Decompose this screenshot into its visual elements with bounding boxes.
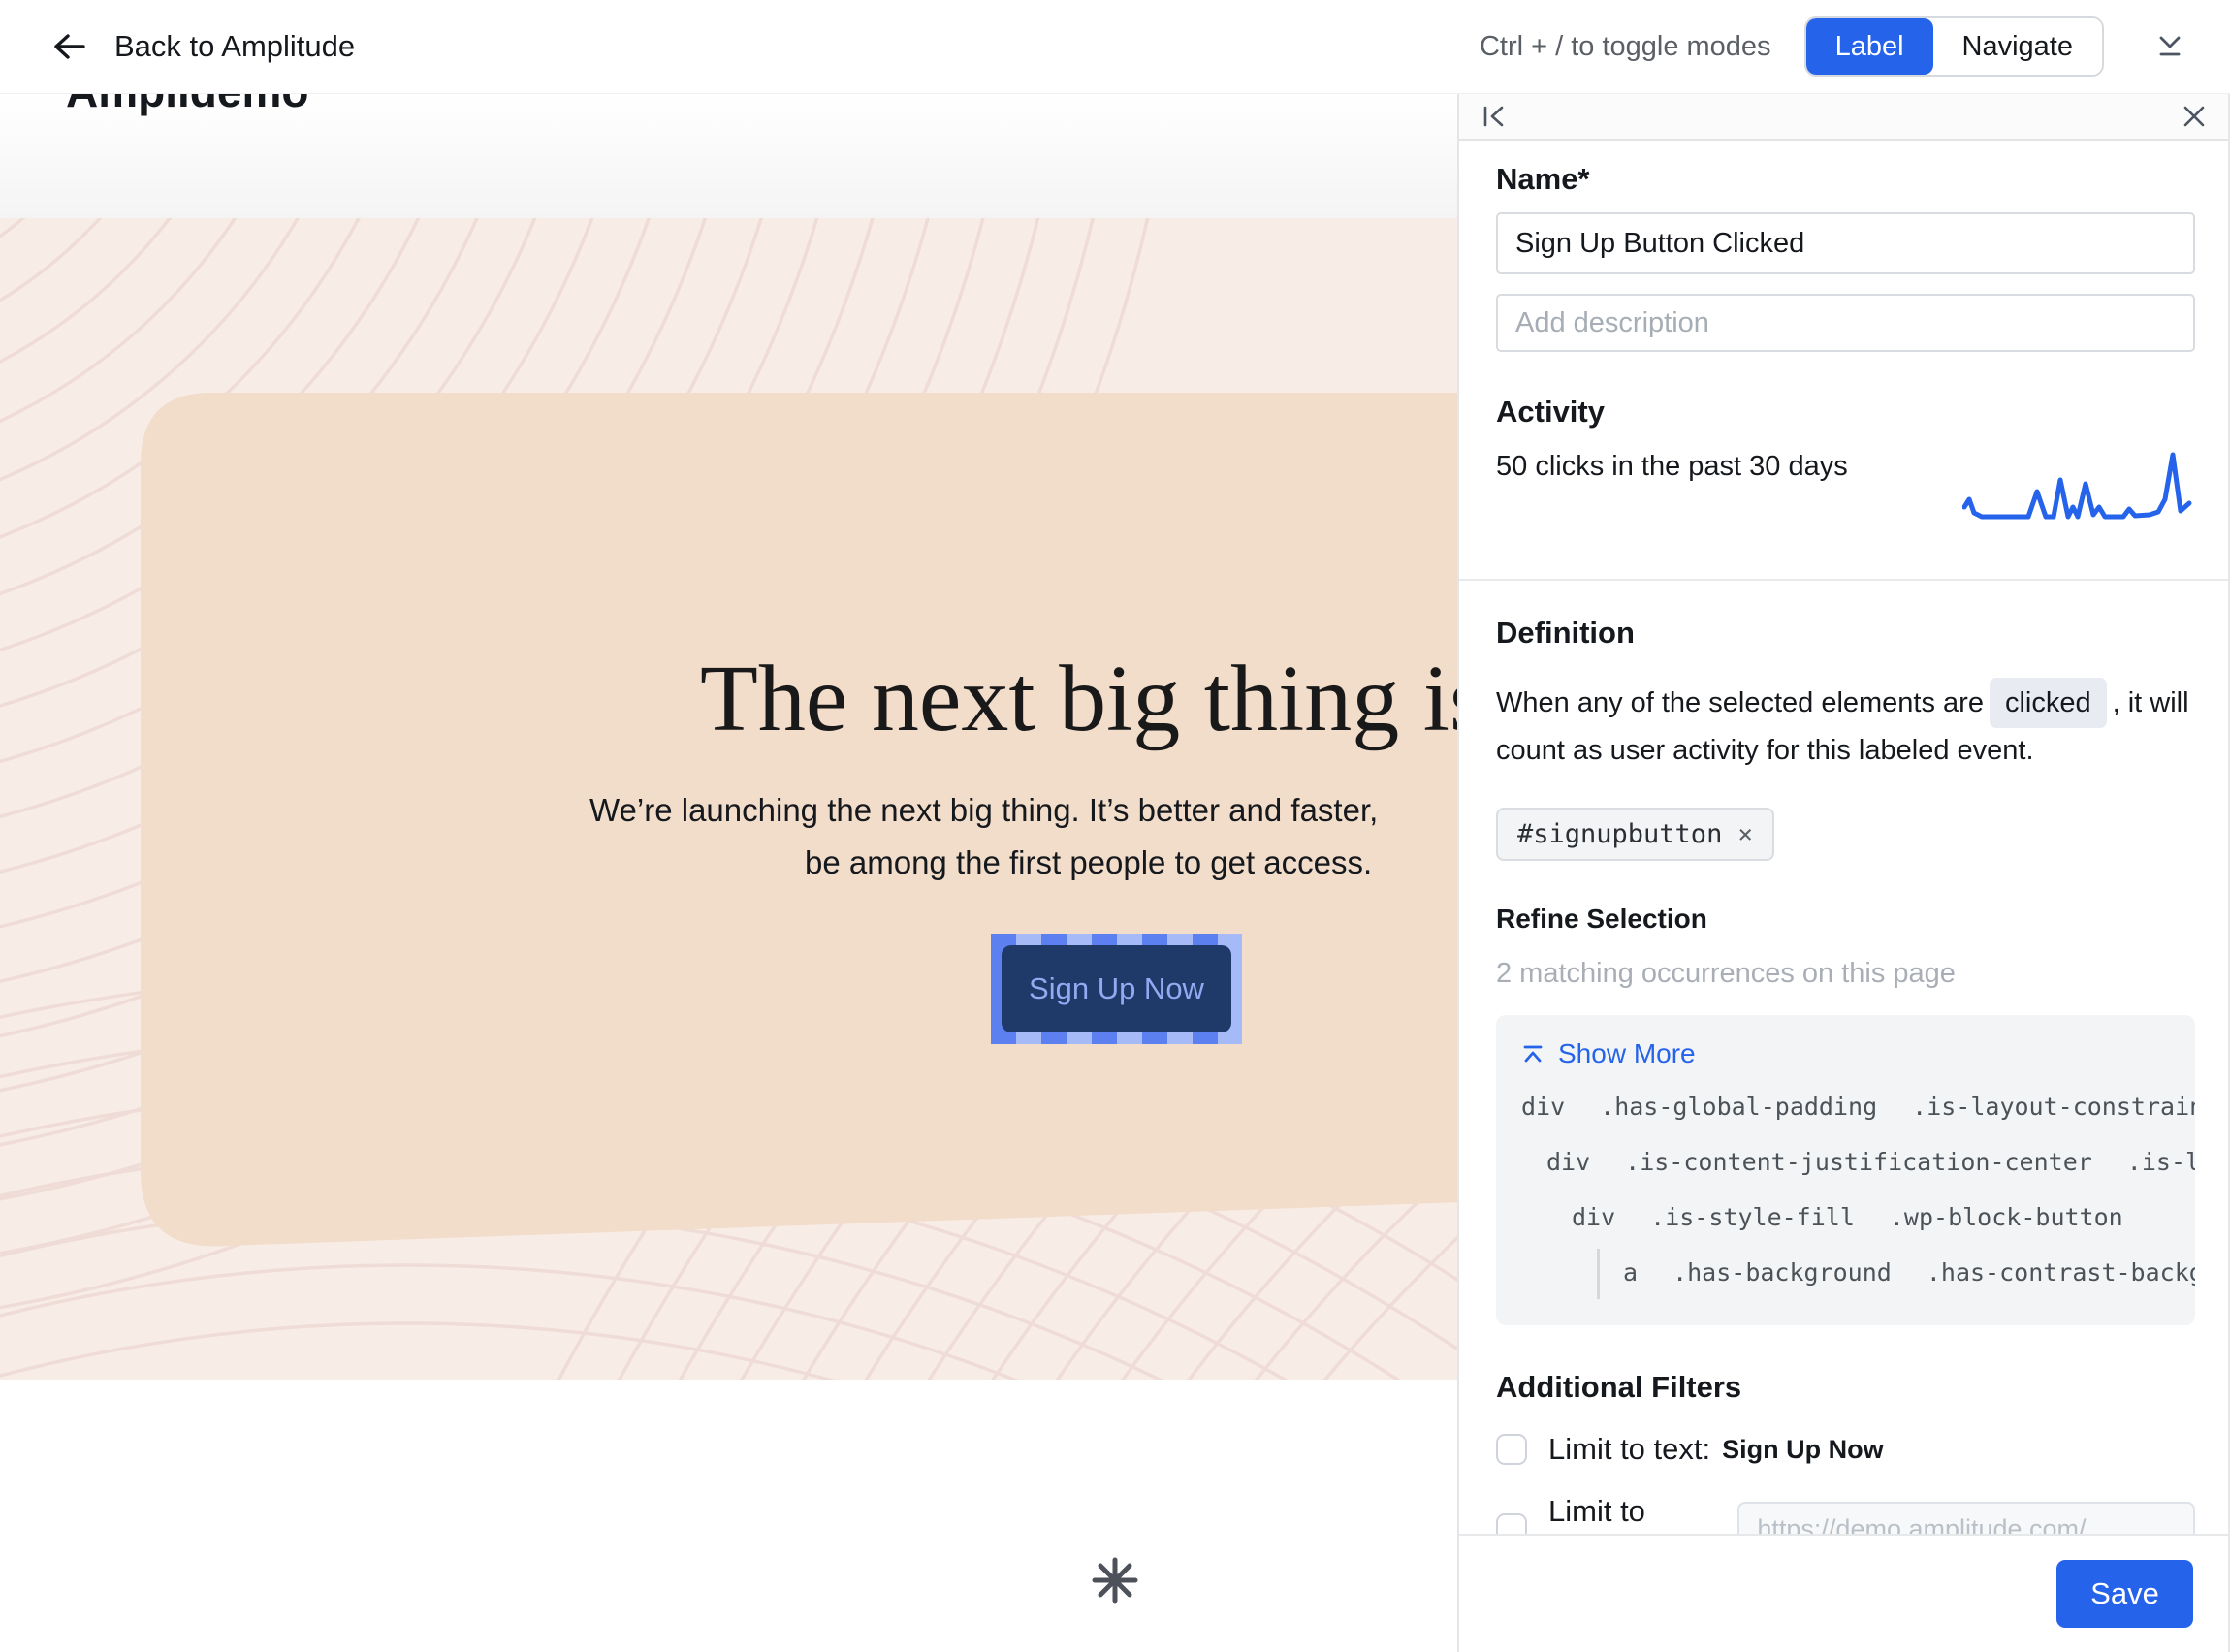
limit-to-text-checkbox[interactable] — [1496, 1434, 1527, 1465]
panel-body: Name* Activity 50 clicks in the past 30 … — [1459, 141, 2228, 1534]
panel-footer: Save — [1459, 1534, 2228, 1652]
limit-to-text-value: Sign Up Now — [1722, 1435, 1883, 1465]
additional-filters-heading: Additional Filters — [1496, 1370, 2195, 1405]
selector-tag-name: div — [1546, 1148, 1590, 1176]
selector-row-selected[interactable]: a .has-background .has-contrast-background — [1521, 1245, 2195, 1300]
app-root: Amplidemo The next big thing is here We’… — [0, 0, 2230, 1652]
activity-row: 50 clicks in the past 30 days — [1496, 447, 2195, 540]
definition-text-after: , it will — [2113, 687, 2189, 718]
name-input[interactable] — [1496, 212, 2195, 274]
activity-sparkline-chart — [1962, 447, 2195, 540]
activity-heading: Activity — [1496, 395, 2195, 429]
trigger-type-pill[interactable]: clicked — [1990, 678, 2107, 728]
collapse-panel-button[interactable] — [1481, 104, 1508, 129]
limit-to-text-row: Limit to text: Sign Up Now — [1496, 1432, 2195, 1467]
selector-class: .has-background — [1672, 1258, 1892, 1287]
minimize-toolbar-button[interactable] — [2154, 33, 2185, 60]
definition-text-line2: count as user activity for this labeled … — [1496, 735, 2034, 766]
description-input[interactable] — [1496, 294, 2195, 352]
selector-class: .is-style-fill — [1650, 1203, 1855, 1231]
sign-up-now-button[interactable]: Sign Up Now — [1002, 945, 1231, 1032]
app-toolbar: Back to Amplitude Ctrl + / to toggle mod… — [0, 0, 2230, 94]
activity-summary: 50 clicks in the past 30 days — [1496, 447, 1848, 483]
selector-row[interactable]: div .is-style-fill .wp-block-button — [1521, 1190, 2195, 1245]
definition-paragraph: When any of the selected elements arecli… — [1496, 678, 2195, 773]
limit-to-url-row: Limit to URL: — [1496, 1494, 2195, 1534]
selector-class: .has-global-padding — [1600, 1093, 1877, 1121]
asterisk-icon — [1092, 1557, 1138, 1604]
toolbar-right-group: Ctrl + / to toggle modes Label Navigate — [1480, 16, 2185, 77]
limit-to-text-label: Limit to text: — [1548, 1432, 1710, 1467]
selector-tag-name: a — [1623, 1258, 1638, 1287]
close-icon — [2182, 104, 2207, 129]
selector-row[interactable]: div .has-global-padding .is-layout-constra… — [1521, 1079, 2195, 1134]
mode-toggle: Label Navigate — [1804, 16, 2104, 77]
selector-class: .has-contrast-background — [1927, 1258, 2195, 1287]
selector-row[interactable]: div .is-content-justification-center .is-l… — [1521, 1134, 2195, 1190]
definition-text-before: When any of the selected elements are — [1496, 687, 1984, 718]
save-button[interactable]: Save — [2056, 1560, 2193, 1628]
selector-class: .is-layout-constrained — [1912, 1093, 2195, 1121]
back-arrow-icon — [50, 31, 87, 62]
selector-tree: Show More div .has-global-padding .is-layo… — [1496, 1015, 2195, 1325]
refine-selection-heading: Refine Selection — [1496, 904, 2195, 935]
hero-subtitle-line1: We’re launching the next big thing. It’s… — [589, 792, 1378, 829]
definition-heading: Definition — [1496, 616, 2195, 651]
back-button[interactable]: Back to Amplitude — [50, 29, 355, 64]
selector-tag-name: div — [1521, 1093, 1565, 1121]
show-more-link[interactable]: Show More — [1521, 1038, 2195, 1069]
chevron-down-to-line-icon — [2154, 33, 2185, 60]
show-more-label: Show More — [1558, 1038, 1696, 1069]
remove-selector-button[interactable]: × — [1737, 822, 1753, 847]
label-editor-panel: Name* Activity 50 clicks in the past 30 … — [1457, 94, 2230, 1652]
hero-subtitle-line2: be among the first people to get access. — [805, 844, 1372, 881]
panel-header — [1459, 94, 2228, 141]
selector-class: .is-content-justification-center — [1625, 1148, 2092, 1176]
selection-indent-line — [1597, 1249, 1600, 1299]
selector-class: .wp-block-button — [1890, 1203, 2123, 1231]
limit-to-url-label: Limit to URL: — [1548, 1494, 1716, 1534]
selector-tag-text: #signupbutton — [1517, 819, 1722, 849]
limit-to-url-input[interactable] — [1737, 1502, 2195, 1534]
selector-tag-chip: #signupbutton × — [1496, 808, 1774, 861]
limit-to-url-checkbox[interactable] — [1496, 1513, 1527, 1534]
shortcut-hint: Ctrl + / to toggle modes — [1480, 31, 1771, 63]
chevron-up-to-line-icon — [1521, 1042, 1545, 1065]
section-divider — [1459, 579, 2228, 581]
collapse-left-icon — [1481, 104, 1508, 129]
back-label: Back to Amplitude — [114, 29, 355, 64]
name-label: Name* — [1496, 162, 2195, 197]
occurrences-count: 2 matching occurrences on this page — [1496, 958, 2195, 990]
close-panel-button[interactable] — [2182, 104, 2207, 129]
selector-class: .is-layout-flex — [2127, 1148, 2195, 1176]
site-brand: Amplidemo — [66, 94, 308, 117]
mode-label-button[interactable]: Label — [1806, 18, 1933, 75]
labeled-element-highlight: Sign Up Now — [991, 934, 1242, 1044]
mode-navigate-button[interactable]: Navigate — [1933, 18, 2102, 75]
selector-tag-name: div — [1572, 1203, 1615, 1231]
